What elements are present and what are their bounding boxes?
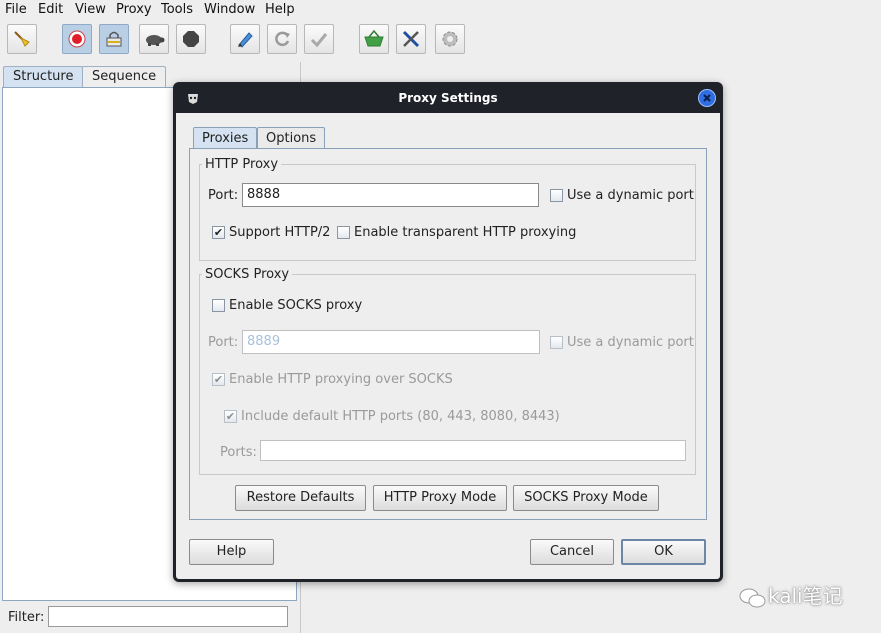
- lock-icon: [106, 31, 122, 47]
- http-over-socks-label: Enable HTTP proxying over SOCKS: [229, 372, 453, 387]
- http-port-input[interactable]: 8888: [242, 183, 539, 207]
- wechat-icon: [739, 588, 766, 607]
- tab-proxies[interactable]: Proxies: [193, 127, 258, 149]
- enable-socks-checkbox[interactable]: [212, 299, 225, 312]
- menu-proxy[interactable]: Proxy: [116, 2, 152, 17]
- help-button[interactable]: Help: [189, 539, 274, 565]
- close-button[interactable]: [698, 89, 716, 107]
- http-proxy-legend: HTTP Proxy: [205, 157, 279, 172]
- menu-help[interactable]: Help: [265, 2, 295, 17]
- menu-bar: File Edit View Proxy Tools Window Help: [0, 0, 881, 21]
- ports-input[interactable]: [260, 440, 686, 461]
- validate-button[interactable]: [304, 24, 334, 54]
- http-over-socks-checkbox[interactable]: ✔: [212, 373, 225, 386]
- menu-window[interactable]: Window: [204, 2, 255, 17]
- dialog-title: Proxy Settings: [398, 91, 498, 105]
- tab-options[interactable]: Options: [257, 127, 326, 149]
- include-default-ports-checkbox[interactable]: ✔: [224, 410, 237, 423]
- repeat-button[interactable]: [267, 24, 297, 54]
- transparent-proxy-checkbox[interactable]: [337, 226, 350, 239]
- check-icon: [310, 33, 328, 48]
- socks-port-label: Port:: [208, 335, 239, 350]
- http-dynamic-port-checkbox[interactable]: [550, 189, 563, 202]
- http-proxy-mode-button[interactable]: HTTP Proxy Mode: [373, 485, 507, 511]
- basket-icon: [364, 29, 384, 47]
- http-dynamic-port-label: Use a dynamic port: [567, 188, 694, 203]
- compose-button[interactable]: [230, 24, 260, 54]
- proxy-settings-dialog: Proxy Settings Proxies Options HTTP Prox…: [173, 82, 723, 582]
- watermark: kali笔记: [738, 580, 843, 610]
- menu-file[interactable]: File: [5, 2, 27, 17]
- filter-input[interactable]: [48, 606, 288, 627]
- cancel-button[interactable]: Cancel: [530, 539, 614, 565]
- breakpoints-button[interactable]: [176, 24, 206, 54]
- socks-dynamic-port-label: Use a dynamic port: [567, 335, 694, 350]
- tools-button[interactable]: [396, 24, 426, 54]
- stop-hexagon-icon: [183, 31, 199, 47]
- http-proxy-group: HTTP Proxy: [199, 157, 696, 261]
- clear-session-button[interactable]: [7, 24, 37, 54]
- settings-button[interactable]: [435, 24, 465, 54]
- include-default-ports-label: Include default HTTP ports (80, 443, 808…: [241, 409, 560, 424]
- ssl-proxying-button[interactable]: [99, 24, 129, 54]
- proxies-tab-content: HTTP Proxy Port: 8888 Use a dynamic port…: [189, 148, 707, 520]
- watermark-text: kali笔记: [768, 584, 843, 608]
- ok-button[interactable]: OK: [621, 539, 706, 565]
- record-button[interactable]: [62, 24, 92, 54]
- menu-tools[interactable]: Tools: [161, 2, 193, 17]
- tab-structure[interactable]: Structure: [3, 66, 84, 87]
- wrench-screwdriver-icon: [402, 30, 420, 48]
- http-port-label: Port:: [208, 188, 239, 203]
- close-icon: [703, 94, 711, 102]
- transparent-proxy-label: Enable transparent HTTP proxying: [354, 225, 577, 240]
- support-http2-checkbox[interactable]: ✔: [212, 226, 225, 239]
- filter-label: Filter:: [8, 610, 45, 625]
- socks-port-input[interactable]: 8889: [242, 330, 540, 354]
- record-icon: [68, 30, 86, 48]
- pen-icon: [238, 32, 253, 48]
- refresh-icon: [275, 31, 290, 47]
- basket-button[interactable]: [359, 24, 389, 54]
- menu-view[interactable]: View: [75, 2, 106, 17]
- enable-socks-label: Enable SOCKS proxy: [229, 298, 363, 313]
- throttle-button[interactable]: [139, 24, 169, 54]
- gear-icon: [442, 31, 458, 47]
- tab-sequence[interactable]: Sequence: [82, 66, 167, 87]
- restore-defaults-button[interactable]: Restore Defaults: [235, 485, 366, 511]
- support-http2-label: Support HTTP/2: [229, 225, 331, 240]
- menu-edit[interactable]: Edit: [38, 2, 63, 17]
- socks-dynamic-port-checkbox[interactable]: [550, 336, 563, 349]
- socks-proxy-legend: SOCKS Proxy: [205, 267, 290, 282]
- socks-proxy-mode-button[interactable]: SOCKS Proxy Mode: [513, 485, 659, 511]
- broom-icon: [14, 31, 30, 47]
- ports-label: Ports:: [220, 445, 257, 460]
- toolbar: [0, 21, 881, 63]
- turtle-icon: [146, 35, 165, 46]
- dialog-titlebar[interactable]: Proxy Settings: [176, 85, 720, 113]
